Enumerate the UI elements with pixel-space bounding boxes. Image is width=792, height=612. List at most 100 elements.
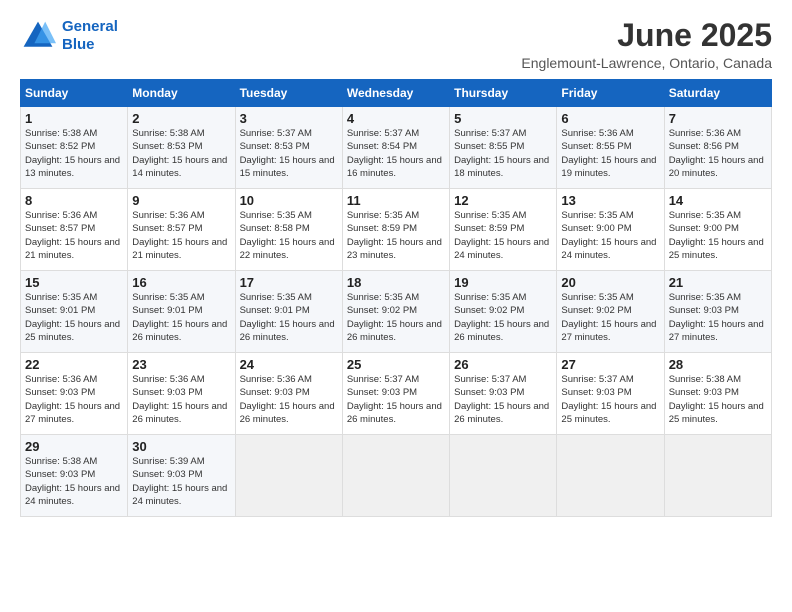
calendar-cell: 3Sunrise: 5:37 AMSunset: 8:53 PMDaylight… [235, 107, 342, 189]
day-header-monday: Monday [128, 80, 235, 107]
day-number: 26 [454, 357, 552, 372]
day-info: Sunrise: 5:36 AMSunset: 9:03 PMDaylight:… [132, 373, 230, 426]
day-number: 23 [132, 357, 230, 372]
day-number: 27 [561, 357, 659, 372]
day-info: Sunrise: 5:35 AMSunset: 8:58 PMDaylight:… [240, 209, 338, 262]
day-info: Sunrise: 5:35 AMSunset: 9:02 PMDaylight:… [561, 291, 659, 344]
day-header-tuesday: Tuesday [235, 80, 342, 107]
calendar-cell: 22Sunrise: 5:36 AMSunset: 9:03 PMDayligh… [21, 353, 128, 435]
day-info: Sunrise: 5:37 AMSunset: 9:03 PMDaylight:… [561, 373, 659, 426]
calendar-cell: 30Sunrise: 5:39 AMSunset: 9:03 PMDayligh… [128, 435, 235, 517]
day-number: 24 [240, 357, 338, 372]
calendar-week-row: 8Sunrise: 5:36 AMSunset: 8:57 PMDaylight… [21, 189, 772, 271]
calendar-cell [557, 435, 664, 517]
calendar-cell: 17Sunrise: 5:35 AMSunset: 9:01 PMDayligh… [235, 271, 342, 353]
day-number: 1 [25, 111, 123, 126]
day-header-sunday: Sunday [21, 80, 128, 107]
day-number: 3 [240, 111, 338, 126]
calendar-week-row: 1Sunrise: 5:38 AMSunset: 8:52 PMDaylight… [21, 107, 772, 189]
day-info: Sunrise: 5:36 AMSunset: 8:56 PMDaylight:… [669, 127, 767, 180]
day-number: 4 [347, 111, 445, 126]
calendar-cell: 25Sunrise: 5:37 AMSunset: 9:03 PMDayligh… [342, 353, 449, 435]
day-info: Sunrise: 5:38 AMSunset: 9:03 PMDaylight:… [669, 373, 767, 426]
calendar-cell: 15Sunrise: 5:35 AMSunset: 9:01 PMDayligh… [21, 271, 128, 353]
day-info: Sunrise: 5:39 AMSunset: 9:03 PMDaylight:… [132, 455, 230, 508]
calendar-week-row: 22Sunrise: 5:36 AMSunset: 9:03 PMDayligh… [21, 353, 772, 435]
day-number: 2 [132, 111, 230, 126]
day-number: 6 [561, 111, 659, 126]
calendar-week-row: 15Sunrise: 5:35 AMSunset: 9:01 PMDayligh… [21, 271, 772, 353]
day-info: Sunrise: 5:35 AMSunset: 9:01 PMDaylight:… [25, 291, 123, 344]
day-number: 29 [25, 439, 123, 454]
day-number: 5 [454, 111, 552, 126]
day-header-thursday: Thursday [450, 80, 557, 107]
day-info: Sunrise: 5:36 AMSunset: 8:55 PMDaylight:… [561, 127, 659, 180]
day-number: 21 [669, 275, 767, 290]
day-info: Sunrise: 5:35 AMSunset: 9:03 PMDaylight:… [669, 291, 767, 344]
day-info: Sunrise: 5:36 AMSunset: 9:03 PMDaylight:… [240, 373, 338, 426]
subtitle: Englemount-Lawrence, Ontario, Canada [521, 55, 772, 71]
day-info: Sunrise: 5:37 AMSunset: 8:53 PMDaylight:… [240, 127, 338, 180]
day-header-saturday: Saturday [664, 80, 771, 107]
calendar-cell: 1Sunrise: 5:38 AMSunset: 8:52 PMDaylight… [21, 107, 128, 189]
calendar-cell: 29Sunrise: 5:38 AMSunset: 9:03 PMDayligh… [21, 435, 128, 517]
day-info: Sunrise: 5:37 AMSunset: 8:54 PMDaylight:… [347, 127, 445, 180]
calendar-cell: 4Sunrise: 5:37 AMSunset: 8:54 PMDaylight… [342, 107, 449, 189]
calendar-cell: 14Sunrise: 5:35 AMSunset: 9:00 PMDayligh… [664, 189, 771, 271]
day-header-wednesday: Wednesday [342, 80, 449, 107]
day-info: Sunrise: 5:37 AMSunset: 9:03 PMDaylight:… [347, 373, 445, 426]
calendar-cell: 27Sunrise: 5:37 AMSunset: 9:03 PMDayligh… [557, 353, 664, 435]
day-info: Sunrise: 5:36 AMSunset: 8:57 PMDaylight:… [25, 209, 123, 262]
day-info: Sunrise: 5:35 AMSunset: 8:59 PMDaylight:… [347, 209, 445, 262]
calendar-header-row: SundayMondayTuesdayWednesdayThursdayFrid… [21, 80, 772, 107]
day-number: 19 [454, 275, 552, 290]
calendar-cell: 6Sunrise: 5:36 AMSunset: 8:55 PMDaylight… [557, 107, 664, 189]
calendar-cell: 28Sunrise: 5:38 AMSunset: 9:03 PMDayligh… [664, 353, 771, 435]
calendar-cell: 21Sunrise: 5:35 AMSunset: 9:03 PMDayligh… [664, 271, 771, 353]
calendar-cell: 2Sunrise: 5:38 AMSunset: 8:53 PMDaylight… [128, 107, 235, 189]
calendar-cell: 8Sunrise: 5:36 AMSunset: 8:57 PMDaylight… [21, 189, 128, 271]
calendar-cell: 16Sunrise: 5:35 AMSunset: 9:01 PMDayligh… [128, 271, 235, 353]
calendar-cell: 5Sunrise: 5:37 AMSunset: 8:55 PMDaylight… [450, 107, 557, 189]
logo: General Blue [20, 18, 118, 54]
calendar-cell: 23Sunrise: 5:36 AMSunset: 9:03 PMDayligh… [128, 353, 235, 435]
logo-text: General Blue [62, 18, 118, 54]
day-number: 15 [25, 275, 123, 290]
day-info: Sunrise: 5:35 AMSunset: 9:02 PMDaylight:… [347, 291, 445, 344]
calendar-cell [235, 435, 342, 517]
day-number: 16 [132, 275, 230, 290]
calendar-cell: 12Sunrise: 5:35 AMSunset: 8:59 PMDayligh… [450, 189, 557, 271]
day-info: Sunrise: 5:37 AMSunset: 9:03 PMDaylight:… [454, 373, 552, 426]
day-info: Sunrise: 5:36 AMSunset: 8:57 PMDaylight:… [132, 209, 230, 262]
calendar-cell [342, 435, 449, 517]
day-number: 10 [240, 193, 338, 208]
day-number: 22 [25, 357, 123, 372]
header: General Blue June 2025 Englemount-Lawren… [20, 18, 772, 71]
day-header-friday: Friday [557, 80, 664, 107]
day-number: 9 [132, 193, 230, 208]
day-number: 8 [25, 193, 123, 208]
day-info: Sunrise: 5:35 AMSunset: 8:59 PMDaylight:… [454, 209, 552, 262]
calendar-cell: 9Sunrise: 5:36 AMSunset: 8:57 PMDaylight… [128, 189, 235, 271]
logo-line2: Blue [62, 36, 95, 53]
calendar-cell: 11Sunrise: 5:35 AMSunset: 8:59 PMDayligh… [342, 189, 449, 271]
calendar-cell: 26Sunrise: 5:37 AMSunset: 9:03 PMDayligh… [450, 353, 557, 435]
day-info: Sunrise: 5:38 AMSunset: 9:03 PMDaylight:… [25, 455, 123, 508]
day-number: 17 [240, 275, 338, 290]
calendar-cell: 13Sunrise: 5:35 AMSunset: 9:00 PMDayligh… [557, 189, 664, 271]
calendar-table: SundayMondayTuesdayWednesdayThursdayFrid… [20, 79, 772, 517]
day-number: 12 [454, 193, 552, 208]
day-number: 20 [561, 275, 659, 290]
logo-line1: General [62, 18, 118, 35]
calendar-cell [664, 435, 771, 517]
day-number: 25 [347, 357, 445, 372]
calendar-cell: 24Sunrise: 5:36 AMSunset: 9:03 PMDayligh… [235, 353, 342, 435]
title-section: June 2025 Englemount-Lawrence, Ontario, … [521, 18, 772, 71]
day-info: Sunrise: 5:36 AMSunset: 9:03 PMDaylight:… [25, 373, 123, 426]
main-title: June 2025 [521, 18, 772, 53]
page-container: General Blue June 2025 Englemount-Lawren… [0, 0, 792, 527]
day-info: Sunrise: 5:35 AMSunset: 9:01 PMDaylight:… [132, 291, 230, 344]
day-info: Sunrise: 5:38 AMSunset: 8:53 PMDaylight:… [132, 127, 230, 180]
day-number: 18 [347, 275, 445, 290]
day-info: Sunrise: 5:35 AMSunset: 9:00 PMDaylight:… [561, 209, 659, 262]
